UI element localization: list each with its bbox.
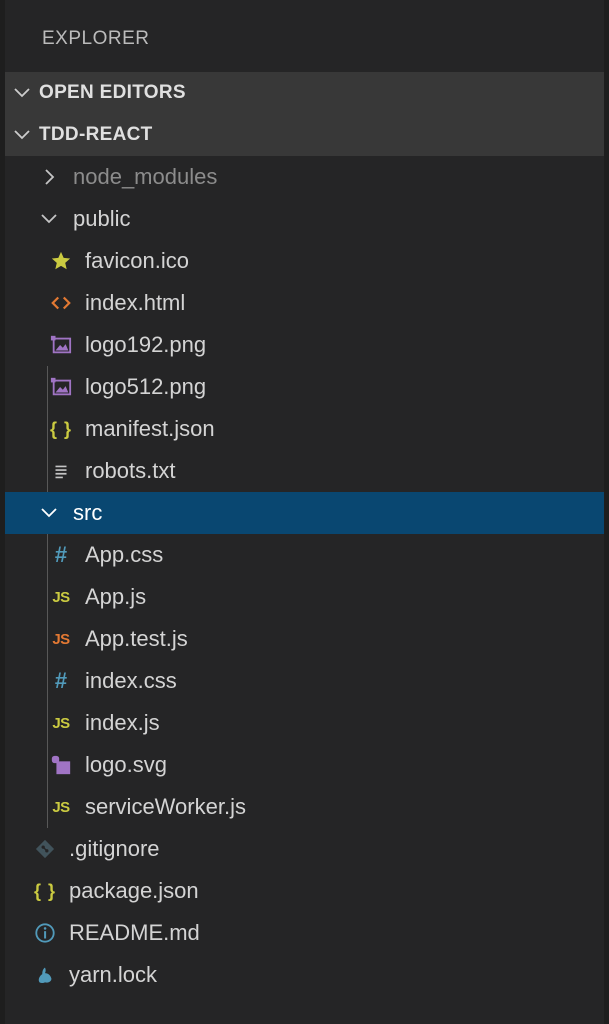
file-label: App.test.js: [85, 626, 188, 651]
file-app-css[interactable]: # App.css: [5, 534, 604, 576]
file-label: logo512.png: [85, 374, 207, 399]
js-icon: JS: [52, 798, 70, 816]
file-label: README.md: [69, 920, 200, 945]
explorer-title: EXPLORER: [42, 28, 150, 49]
file-package-json[interactable]: { } package.json: [5, 870, 604, 912]
file-readme[interactable]: README.md: [5, 912, 604, 954]
file-label: logo192.png: [85, 332, 207, 357]
file-label: favicon.ico: [85, 248, 189, 273]
file-manifest[interactable]: { } manifest.json: [5, 408, 604, 450]
file-robots[interactable]: robots.txt: [5, 450, 604, 492]
git-icon: [33, 837, 57, 861]
html-icon: [49, 291, 73, 315]
section-open-editors[interactable]: OPEN EDITORS: [5, 72, 604, 114]
css-icon: #: [54, 668, 68, 693]
file-label: manifest.json: [85, 416, 215, 441]
file-label: .gitignore: [69, 836, 160, 861]
folder-label: public: [73, 206, 131, 231]
file-label: App.css: [85, 542, 164, 567]
test-js-icon: JS: [52, 630, 70, 648]
json-icon: { }: [49, 418, 72, 439]
src-children: # App.css JS App.js JS App.test.js # ind…: [5, 534, 604, 828]
image-icon: [49, 375, 73, 399]
file-favicon[interactable]: favicon.ico: [5, 240, 604, 282]
section-label: TDD-REACT: [39, 124, 153, 145]
file-label: logo.svg: [85, 752, 167, 777]
text-file-icon: [49, 459, 73, 483]
folder-label: src: [73, 500, 103, 525]
section-project[interactable]: TDD-REACT: [5, 114, 604, 156]
info-icon: [33, 921, 57, 945]
explorer-panel: EXPLORER OPEN EDITORS TDD-REACT node_mod…: [5, 0, 604, 1024]
file-tree: node_modules public favicon.ico index.ht…: [5, 156, 604, 996]
folder-node-modules[interactable]: node_modules: [5, 156, 604, 198]
file-service-worker[interactable]: JS serviceWorker.js: [5, 786, 604, 828]
chevron-down-icon: [5, 83, 39, 103]
chevron-down-icon: [37, 501, 61, 525]
star-icon: [49, 249, 73, 273]
section-label: OPEN EDITORS: [39, 82, 186, 103]
chevron-down-icon: [5, 125, 39, 145]
file-yarn-lock[interactable]: yarn.lock: [5, 954, 604, 996]
folder-label: node_modules: [73, 164, 218, 189]
js-icon: JS: [52, 714, 70, 732]
file-label: index.css: [85, 668, 177, 693]
file-index-html[interactable]: index.html: [5, 282, 604, 324]
window-border-right: [604, 0, 609, 1024]
file-index-css[interactable]: # index.css: [5, 660, 604, 702]
file-logo-svg[interactable]: logo.svg: [5, 744, 604, 786]
file-logo192[interactable]: logo192.png: [5, 324, 604, 366]
file-label: App.js: [85, 584, 147, 609]
file-label: yarn.lock: [69, 962, 158, 987]
css-icon: #: [54, 542, 68, 567]
file-label: serviceWorker.js: [85, 794, 246, 819]
file-logo512[interactable]: logo512.png: [5, 366, 604, 408]
file-app-js[interactable]: JS App.js: [5, 576, 604, 618]
folder-public[interactable]: public: [5, 198, 604, 240]
file-index-js[interactable]: JS index.js: [5, 702, 604, 744]
svg-icon: [49, 753, 73, 777]
yarn-icon: [33, 963, 57, 987]
file-label: package.json: [69, 878, 199, 903]
file-label: index.html: [85, 290, 186, 315]
chevron-down-icon: [37, 207, 61, 231]
file-gitignore[interactable]: .gitignore: [5, 828, 604, 870]
chevron-right-icon: [37, 165, 61, 189]
file-label: index.js: [85, 710, 160, 735]
folder-src[interactable]: src: [5, 492, 604, 534]
json-icon: { }: [33, 880, 56, 901]
image-icon: [49, 333, 73, 357]
js-icon: JS: [52, 588, 70, 606]
file-app-test-js[interactable]: JS App.test.js: [5, 618, 604, 660]
file-label: robots.txt: [85, 458, 176, 483]
